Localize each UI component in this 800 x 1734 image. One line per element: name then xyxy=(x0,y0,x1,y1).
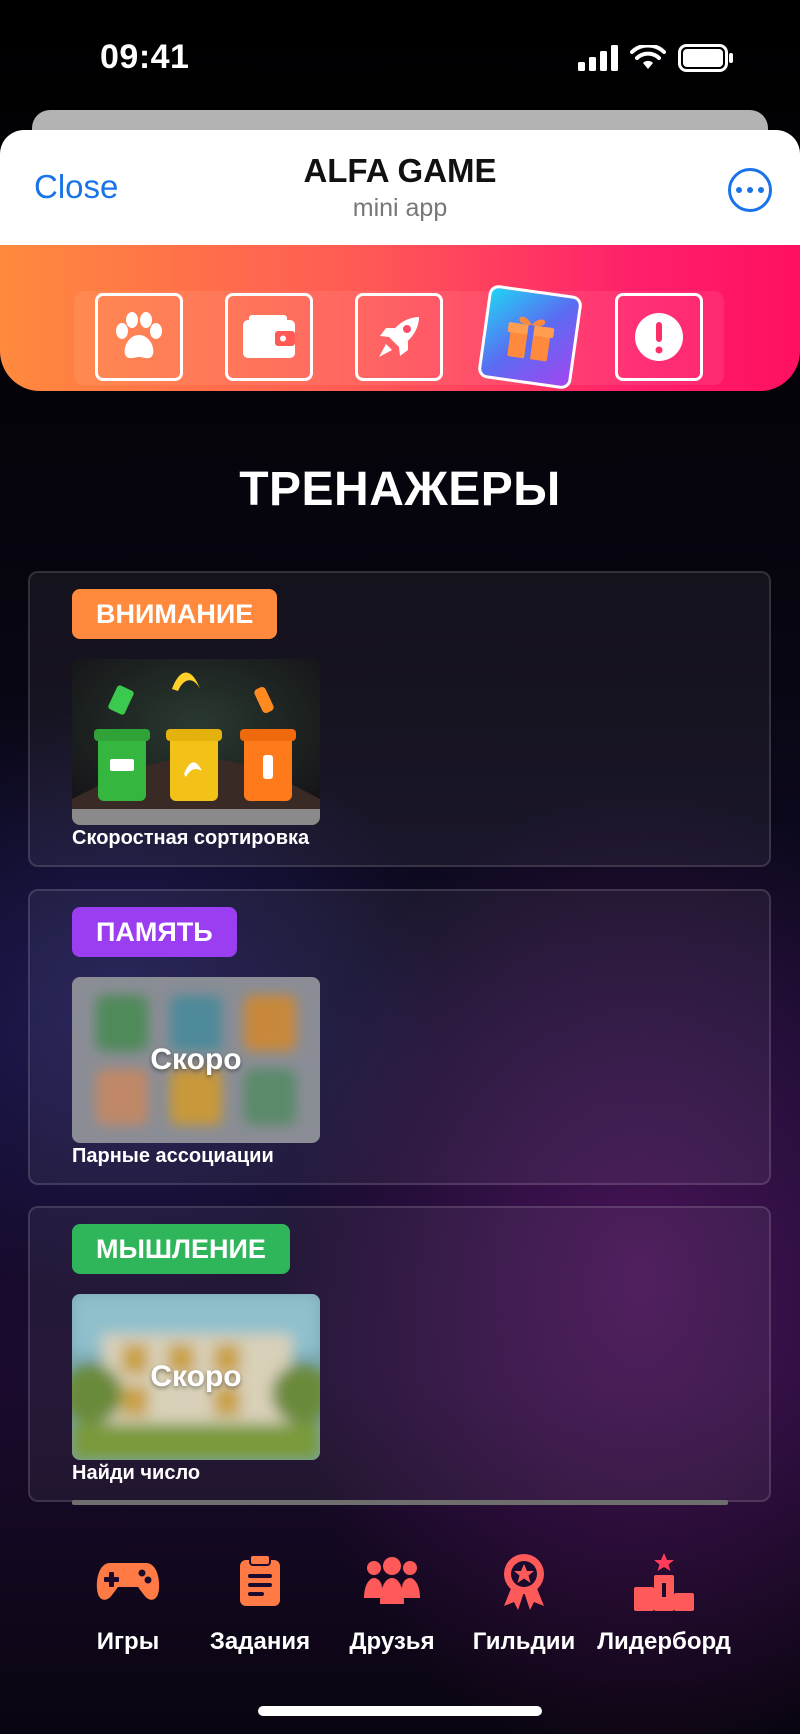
coming-soon-label: Скоро xyxy=(150,1360,242,1393)
status-time: 09:41 xyxy=(100,38,190,76)
category-badge: ВНИМАНИЕ xyxy=(72,589,278,639)
friends-icon xyxy=(364,1557,420,1604)
bottom-nav-tasks[interactable]: Задания xyxy=(190,1546,330,1656)
nav-gift-button[interactable] xyxy=(476,283,584,391)
nav-wallet-button[interactable] xyxy=(225,293,313,381)
guild-badge-icon xyxy=(504,1554,544,1610)
bottom-nav: Игры Задания Друзья Гильдии Лидерборд xyxy=(0,1546,800,1666)
category-badge: ПАМЯТЬ xyxy=(72,907,237,957)
nav-pets-button[interactable] xyxy=(95,293,183,381)
sheet-header: Close ALFA GAME mini app xyxy=(0,130,800,245)
gift-icon xyxy=(507,316,555,362)
game-title: Скоростная сортировка xyxy=(72,827,310,849)
wallet-icon xyxy=(243,315,295,358)
status-icons xyxy=(578,44,734,72)
nav-alert-button[interactable] xyxy=(615,293,703,381)
scroll-indicator xyxy=(72,1500,728,1505)
game-thumbnail-find-number[interactable]: Скоро xyxy=(72,1294,320,1460)
more-dot-icon xyxy=(736,187,742,193)
bottom-nav-label: Задания xyxy=(209,1628,311,1655)
bottom-nav-label: Друзья xyxy=(349,1628,435,1655)
more-dot-icon xyxy=(747,187,753,193)
bottom-nav-games[interactable]: Игры xyxy=(58,1546,198,1656)
bottom-nav-label: Гильдии xyxy=(472,1628,576,1655)
more-dot-icon xyxy=(758,187,764,193)
game-title: Найди число xyxy=(72,1462,201,1484)
status-bar: 09:41 xyxy=(0,0,800,118)
nav-rocket-button[interactable] xyxy=(355,293,443,381)
trainer-card-memory: ПАМЯТЬ Скоро Парные ассоциации xyxy=(28,889,771,1185)
trainer-card-thinking: МЫШЛЕНИЕ Скоро Найди число xyxy=(28,1206,771,1502)
rocket-icon xyxy=(379,317,419,357)
app-subtitle: mini app xyxy=(352,194,448,222)
podium-icon xyxy=(634,1553,694,1611)
bottom-nav-label: Игры xyxy=(96,1628,160,1655)
wifi-icon xyxy=(630,45,666,69)
paw-icon xyxy=(116,312,162,359)
game-title: Парные ассоциации xyxy=(72,1145,274,1167)
bottom-nav-guilds[interactable]: Гильдии xyxy=(454,1546,594,1656)
section-title: ТРЕНАЖЕРЫ xyxy=(239,463,561,516)
bottom-nav-label: Лидерборд xyxy=(597,1628,731,1655)
gamepad-icon xyxy=(96,1563,160,1600)
sorting-game-image xyxy=(72,659,320,825)
app-title: ALFA GAME xyxy=(303,152,497,189)
category-badge: МЫШЛЕНИЕ xyxy=(72,1224,290,1274)
home-indicator xyxy=(258,1706,542,1716)
bottom-nav-leaderboard[interactable]: Лидерборд xyxy=(594,1546,734,1656)
game-thumbnail-sorting[interactable] xyxy=(72,659,320,825)
bottom-nav-friends[interactable]: Друзья xyxy=(322,1546,462,1656)
clipboard-icon xyxy=(240,1554,280,1606)
battery-icon xyxy=(678,44,733,72)
alert-icon xyxy=(635,313,683,361)
more-options-button[interactable] xyxy=(728,168,772,212)
signal-icon xyxy=(578,45,618,71)
coming-soon-label: Скоро xyxy=(150,1043,242,1076)
trainer-card-attention: ВНИМАНИЕ Скоростная сортировка xyxy=(28,571,771,867)
game-thumbnail-pairs[interactable]: Скоро xyxy=(72,977,320,1143)
